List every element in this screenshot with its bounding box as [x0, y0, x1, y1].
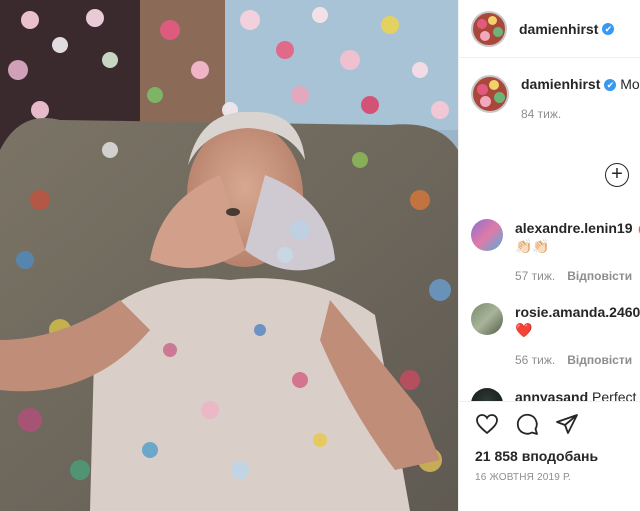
- comment-avatar[interactable]: [471, 219, 503, 251]
- comment-item: alexandre.lenin19 🔥 👏🏻👏🏻 57 тиж. Відповіс…: [459, 219, 640, 285]
- post-header: damienhirst ✔: [459, 0, 640, 58]
- verified-badge-icon: ✔: [602, 22, 615, 35]
- post-date[interactable]: 16 ЖОВТНЯ 2019 Р.: [475, 472, 640, 483]
- reply-button[interactable]: Відповісти: [567, 353, 632, 367]
- heart-icon[interactable]: [475, 412, 499, 436]
- action-icons: [475, 412, 640, 436]
- comment-icon[interactable]: [515, 412, 539, 436]
- comment-age[interactable]: 56 тиж.: [515, 353, 555, 367]
- reply-button[interactable]: Відповісти: [567, 269, 632, 283]
- post-photo-image: [0, 0, 458, 511]
- post-side-panel: damienhirst ✔ damienhirst ✔ More paint on…: [458, 0, 640, 511]
- post-photo[interactable]: [0, 0, 458, 511]
- author-avatar[interactable]: [471, 10, 507, 47]
- post-actions: 21 858 вподобань 16 ЖОВТНЯ 2019 Р.: [459, 401, 640, 511]
- load-more-comments-button[interactable]: +: [605, 163, 629, 187]
- post-caption: damienhirst ✔ More paint on my chair than…: [459, 59, 640, 123]
- author-username[interactable]: damienhirst: [519, 21, 598, 37]
- caption-username[interactable]: damienhirst: [521, 76, 600, 92]
- comments-list: damienhirst ✔ More paint on my chair than…: [459, 59, 640, 401]
- caption-verified-icon: ✔: [604, 79, 617, 91]
- comment-username[interactable]: annyasand: [515, 389, 588, 401]
- comment-age[interactable]: 57 тиж.: [515, 269, 555, 283]
- caption-age[interactable]: 84 тиж.: [521, 105, 640, 123]
- comment-username[interactable]: alexandre.lenin19: [515, 220, 633, 236]
- plus-icon: +: [611, 163, 623, 185]
- instagram-post: damienhirst ✔ damienhirst ✔ More paint on…: [0, 0, 640, 511]
- comment-item: rosie.amanda.2460 ❤️ 56 тиж. Відповісти: [459, 303, 640, 369]
- comment-avatar[interactable]: [471, 388, 503, 401]
- comment-username[interactable]: rosie.amanda.2460: [515, 304, 640, 320]
- comment-text-line2: ❤️: [515, 322, 533, 338]
- share-icon[interactable]: [555, 412, 579, 436]
- comment-text-line2: 👏🏻👏🏻: [515, 238, 550, 254]
- caption-text: More paint on my chair than on my pa: [620, 76, 640, 92]
- comment-item: annyasand Perfect: [459, 388, 640, 401]
- comment-text: Perfect: [592, 389, 637, 401]
- comment-avatar[interactable]: [471, 303, 503, 335]
- caption-avatar[interactable]: [471, 75, 509, 113]
- likes-count[interactable]: 21 858 вподобань: [475, 448, 640, 464]
- comment-text: 🔥: [636, 220, 640, 236]
